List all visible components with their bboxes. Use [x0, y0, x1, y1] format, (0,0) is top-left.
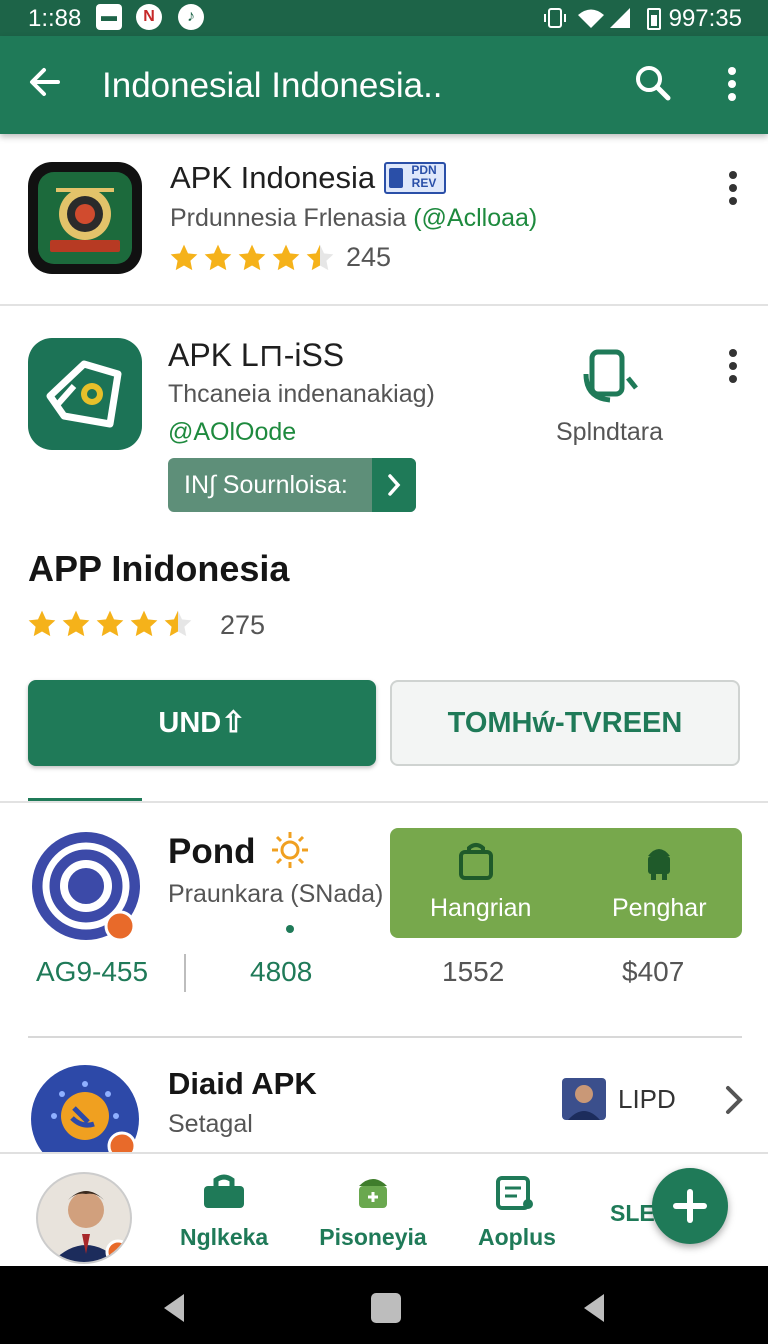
status-bar: 1::88 ▬ N ♪ 997:35	[0, 0, 768, 36]
star-icon	[170, 244, 198, 271]
divider	[184, 954, 186, 992]
app-name: APK L⊓-iSS	[168, 337, 345, 373]
back-nav-icon[interactable]	[160, 1292, 188, 1324]
recents-nav-icon[interactable]	[580, 1292, 608, 1324]
install-button[interactable]: UND⇧	[28, 680, 376, 766]
search-icon[interactable]	[634, 64, 672, 102]
status-clock: 997:35	[668, 5, 742, 32]
back-arrow-icon[interactable]	[28, 64, 64, 100]
more-vert-icon[interactable]	[720, 64, 744, 104]
source-button-label: IN︎∫ Sournloisa:	[184, 471, 348, 499]
app-description: Thcaneia indenanakiag)	[168, 380, 435, 408]
page-dot	[286, 925, 294, 933]
item-menu-icon[interactable]	[728, 348, 738, 384]
wifi-icon	[578, 9, 604, 28]
developer-handle[interactable]: (@Aclloaa)	[413, 204, 537, 232]
half-star-icon	[164, 610, 192, 637]
rating-stars	[26, 608, 194, 640]
device-sync-icon[interactable]	[580, 348, 640, 406]
nav-item-nglkeka[interactable]: Nglkeka	[180, 1172, 268, 1251]
source-button[interactable]: IN︎∫ Sournloisa:	[168, 458, 416, 512]
document-icon	[496, 1176, 533, 1210]
tag-icon	[46, 360, 122, 428]
star-icon	[238, 244, 266, 271]
developer-name: Prdunnesia Frlenasia	[170, 204, 407, 232]
star-icon	[62, 610, 90, 637]
pdn-badge: PDN REV	[384, 162, 446, 194]
avatar	[562, 1078, 606, 1120]
side-label: LIPD	[618, 1084, 676, 1114]
app-name: APK Indonesia	[170, 160, 376, 195]
star-icon	[204, 244, 232, 271]
featured-title: APP Inidonesia	[28, 548, 290, 589]
stat-value: AG9-455	[36, 956, 149, 987]
star-icon	[130, 610, 158, 637]
nav-label: Nglkeka	[180, 1224, 269, 1250]
signal-icon	[610, 8, 630, 28]
app-bar: Indonesial Indonesia..	[0, 36, 768, 134]
vibrate-icon	[544, 8, 566, 28]
app-description: Praunkara (SNada)	[168, 880, 384, 908]
system-nav-bar	[0, 1266, 768, 1344]
rating-count: 245	[346, 242, 392, 272]
divider	[28, 1036, 742, 1038]
chevron-right-icon[interactable]	[722, 1084, 746, 1116]
app-name: Diaid APK	[168, 1066, 317, 1101]
nav-item-pisoneyia[interactable]: Pisoneyia	[318, 1172, 428, 1251]
emblem-icon	[38, 172, 132, 264]
android-icon	[648, 849, 670, 880]
nav-label: Aoplus	[478, 1224, 556, 1250]
battery-icon	[647, 8, 661, 30]
star-icon	[272, 244, 300, 271]
app-description: Setagal	[168, 1110, 253, 1138]
pond-app-icon[interactable]	[30, 830, 142, 942]
status-time: 1::88	[28, 5, 82, 32]
app-name: Pond	[168, 832, 256, 871]
notification-icon: N	[136, 4, 162, 30]
nav-label: Pisoneyia	[319, 1224, 427, 1250]
divider	[0, 801, 768, 803]
side-label: Splndtara	[556, 418, 664, 446]
nav-item-aoplus[interactable]: Aoplus	[478, 1172, 556, 1251]
profile-avatar[interactable]	[36, 1172, 132, 1264]
panel-label-right[interactable]: Penghar	[612, 894, 707, 923]
chevron-right-icon	[372, 458, 416, 512]
action-panel[interactable]: Hangrian Penghar	[390, 828, 742, 938]
badge-mini-icon	[389, 168, 403, 188]
rating-count: 275	[220, 610, 266, 640]
item-menu-icon[interactable]	[728, 170, 738, 206]
apk-indonesia-app-icon[interactable]	[28, 162, 142, 274]
half-star-icon	[306, 244, 334, 271]
star-icon	[28, 610, 56, 637]
apk-lis-app-icon[interactable]	[28, 338, 142, 450]
add-fab-button[interactable]	[652, 1168, 728, 1244]
android-icon	[359, 1179, 387, 1208]
briefcase-icon	[204, 1174, 244, 1208]
message-icon: ▬	[96, 4, 122, 30]
plus-icon	[673, 1189, 707, 1223]
developer-handle[interactable]: @AOlOode	[168, 418, 296, 447]
rating-stars	[168, 242, 336, 274]
music-icon: ♪	[178, 4, 204, 30]
star-icon	[96, 610, 124, 637]
panel-label-left[interactable]: Hangrian	[430, 894, 531, 923]
page-title: Indonesial Indonesia..	[102, 66, 443, 105]
secondary-action-button[interactable]: TOMHẃ-TVREEN	[390, 680, 740, 766]
bag-icon	[459, 843, 493, 880]
sun-gear-icon	[272, 832, 308, 868]
divider	[0, 304, 768, 306]
developer-line: Prdunnesia Frlenasia (@Aclloaa)	[170, 204, 537, 233]
stat-value: $407	[622, 956, 685, 987]
home-nav-icon[interactable]	[370, 1292, 402, 1324]
badge-label: PDN REV	[411, 163, 437, 190]
stat-value: 1552	[442, 956, 505, 987]
stat-value: 4808	[250, 956, 313, 987]
